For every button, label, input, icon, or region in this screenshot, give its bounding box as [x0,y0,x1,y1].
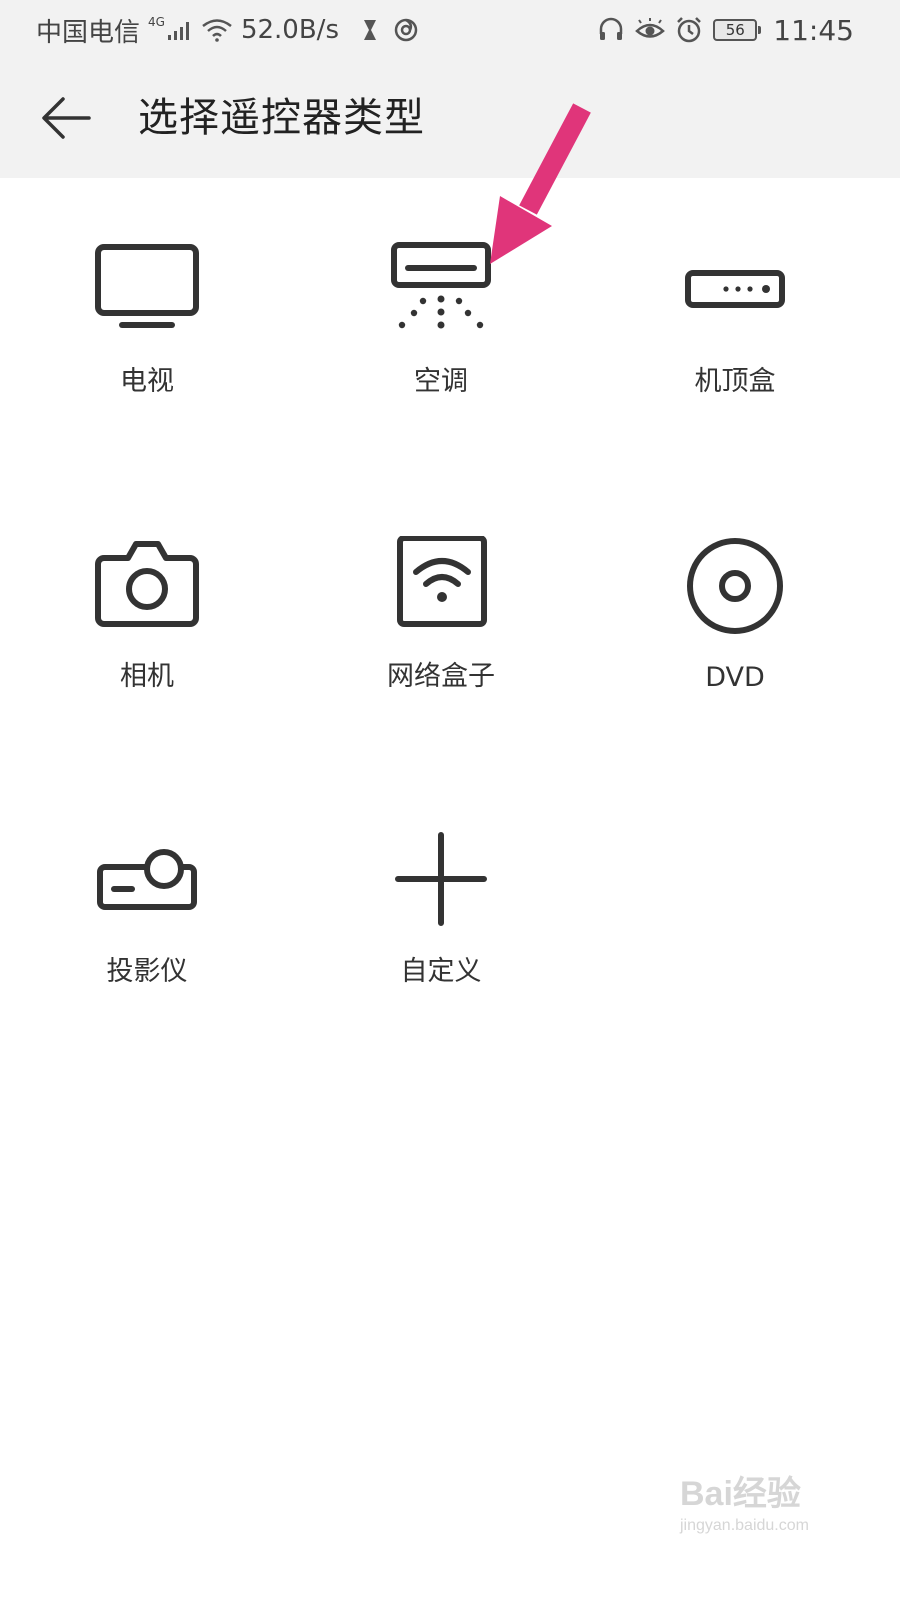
carrier-label: 中国电信 [36,17,141,48]
tv-icon [92,238,202,339]
device-item-dvd[interactable]: DVD [605,473,865,693]
projector-icon [92,828,202,929]
device-label-dvd: DVD [705,662,765,693]
camera-icon [92,533,202,634]
dvd-icon [680,533,790,642]
device-label-air-conditioner: 空调 [414,366,468,397]
alarm-icon [675,16,703,44]
battery-icon: 56 [713,19,762,41]
device-label-camera: 相机 [120,661,174,692]
pointer-arrow-icon [490,103,591,264]
arrow-left-icon [41,96,91,144]
device-item-network-box[interactable]: 网络盒子 [311,473,571,693]
device-label-projector: 投影仪 [106,956,188,987]
back-button[interactable] [36,90,96,150]
set-top-box-icon [680,238,790,339]
device-label-tv: 电视 [120,366,174,397]
clock-label: 11:45 [773,13,854,47]
device-item-custom[interactable]: 自定义 [311,768,571,988]
app-notification-icon [393,17,419,43]
wifi-icon [201,18,233,42]
device-label-network-box: 网络盒子 [387,661,495,692]
device-label-set-top-box: 机顶盒 [694,366,776,397]
device-label-custom: 自定义 [400,956,482,987]
plus-icon [386,828,496,929]
watermark-sub: jingyan.baidu.com [680,1517,809,1534]
network-type-label: 4G [148,15,165,29]
eye-icon [635,18,666,42]
app-bar: 选择遥控器类型 [0,60,900,178]
device-item-tv[interactable]: 电视 [17,178,277,398]
hourglass-icon [361,18,379,42]
device-item-camera[interactable]: 相机 [17,473,277,693]
network-speed-label: 52.0B/s [240,15,339,45]
status-right: 56 11:45 [597,12,854,48]
battery-level-label: 56 [725,21,745,39]
device-item-set-top-box[interactable]: 机顶盒 [605,178,865,398]
watermark: Bai经验 jingyan.baidu.com [680,1472,850,1552]
page-title: 选择遥控器类型 [138,95,425,141]
network-box-icon [386,533,496,634]
watermark-main: Bai经验 [680,1475,801,1513]
headset-icon [597,16,625,44]
device-item-projector[interactable]: 投影仪 [17,768,277,988]
status-bar: 中国电信 4G 52.0B/s 56 11:45 [0,0,900,60]
signal-icon [167,19,193,41]
status-left: 中国电信 4G 52.0B/s [36,12,419,48]
